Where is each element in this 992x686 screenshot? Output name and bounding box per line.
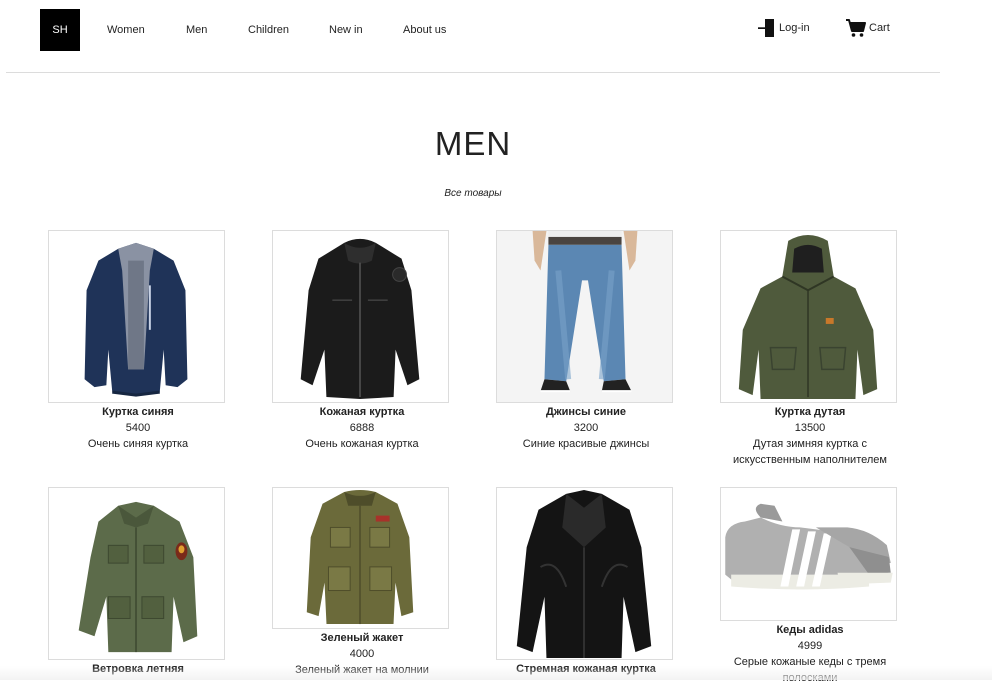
product-name[interactable]: Куртка дутая (720, 405, 900, 420)
page-subtitle: Все товары (444, 188, 502, 199)
product-name[interactable]: Джинсы синие (496, 405, 676, 420)
product-name[interactable]: Кеды adidas (720, 623, 900, 638)
product-description: Синие красивые джинсы (522, 438, 650, 450)
product-description: Дутая зимняя куртка с искусственным напо… (733, 438, 887, 466)
hooded-jacket-image[interactable] (720, 230, 897, 403)
nav-new-in[interactable]: New in (329, 24, 363, 36)
product-description: Очень синяя куртка (87, 438, 189, 450)
product-card[interactable]: Кожаная куртка 6888 Очень кожаная куртка (272, 230, 452, 452)
page-title: MEN (434, 125, 512, 162)
login-link[interactable]: Log-in (757, 18, 810, 38)
site-header: SH Women Men Children New in About us Lo… (0, 0, 992, 72)
login-icon (758, 19, 774, 37)
login-label: Log-in (779, 22, 810, 34)
product-description: Очень кожаная куртка (305, 438, 419, 450)
green-jacket-image[interactable] (272, 487, 449, 629)
nav-children[interactable]: Children (248, 24, 289, 36)
sneakers-image[interactable] (720, 487, 897, 621)
product-price: 3200 (573, 422, 599, 434)
product-name[interactable]: Стремная кожаная куртка (496, 662, 676, 677)
cart-icon (846, 19, 866, 37)
product-card[interactable]: Кеды adidas 4999 Серые кожаные кеды с тр… (720, 487, 900, 686)
cart-link[interactable]: Cart (845, 18, 890, 38)
nav-men[interactable]: Men (186, 24, 207, 36)
product-price: 13500 (794, 422, 826, 434)
product-card[interactable]: Стремная кожаная куртка (496, 487, 676, 677)
product-card[interactable]: Джинсы синие 3200 Синие красивые джинсы (496, 230, 676, 452)
product-price: 4000 (349, 648, 375, 660)
blue-jacket-image[interactable] (48, 230, 225, 403)
product-price: 4999 (797, 640, 823, 652)
product-name[interactable]: Зеленый жакет (272, 631, 452, 646)
product-price: 5400 (125, 422, 151, 434)
product-card[interactable]: Ветровка летняя (48, 487, 228, 677)
windbreaker-image[interactable] (48, 487, 225, 660)
product-card[interactable]: Куртка синяя 5400 Очень синяя куртка (48, 230, 228, 452)
site-logo[interactable]: SH (40, 9, 80, 51)
product-name[interactable]: Кожаная куртка (272, 405, 452, 420)
product-name[interactable]: Куртка синяя (48, 405, 228, 420)
black-leather-jacket-image[interactable] (496, 487, 673, 660)
nav-women[interactable]: Women (107, 24, 145, 36)
product-description: Зеленый жакет на молнии (295, 664, 429, 676)
leather-jacket-image[interactable] (272, 230, 449, 403)
product-description: Серые кожаные кеды с тремя полосками (733, 656, 887, 684)
header-divider (6, 72, 940, 73)
product-card[interactable]: Куртка дутая 13500 Дутая зимняя куртка с… (720, 230, 900, 468)
jeans-image[interactable] (496, 230, 673, 403)
product-name[interactable]: Ветровка летняя (48, 662, 228, 677)
cart-label: Cart (869, 22, 890, 34)
nav-about-us[interactable]: About us (403, 24, 446, 36)
product-price: 6888 (349, 422, 375, 434)
product-card[interactable]: Зеленый жакет 4000 Зеленый жакет на молн… (272, 487, 452, 678)
